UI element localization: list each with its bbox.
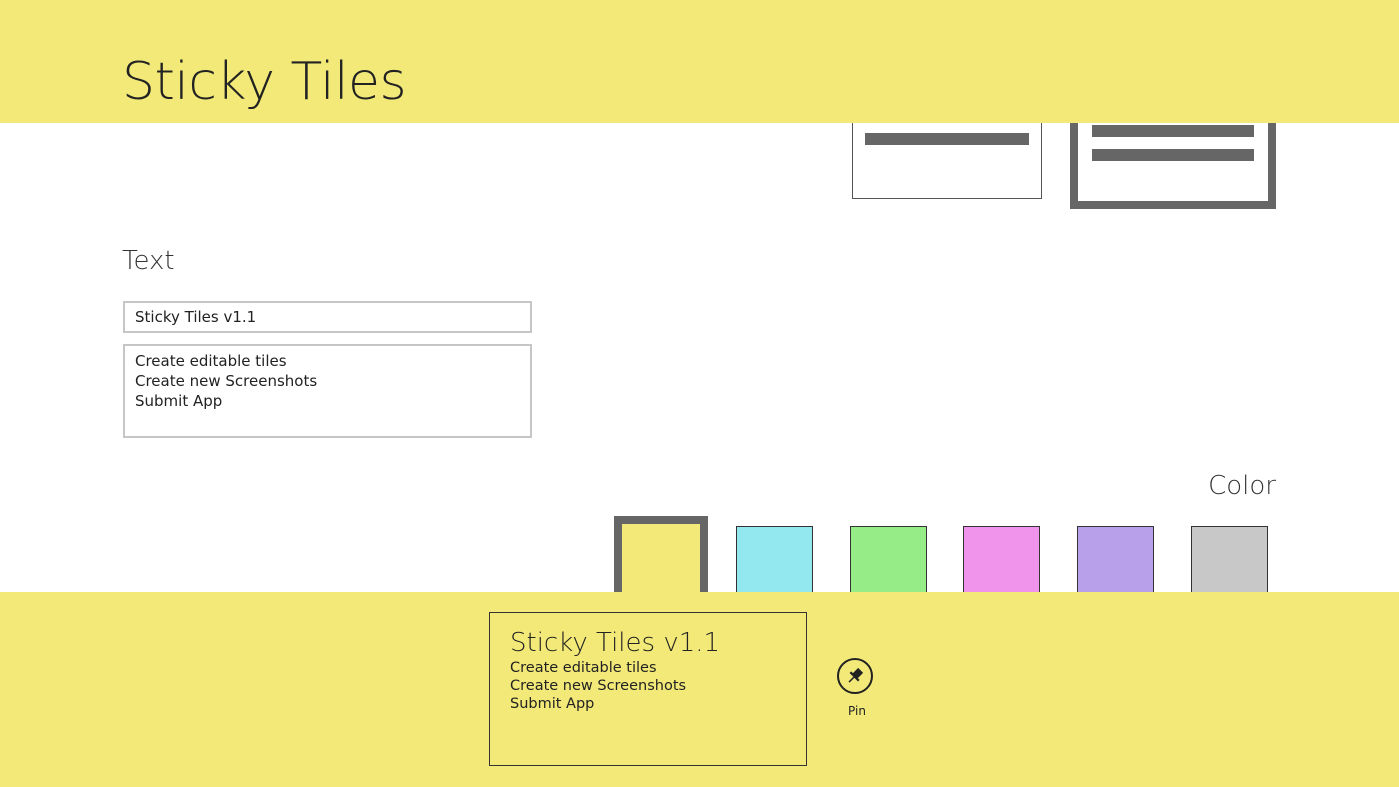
- layout-option-large[interactable]: [1070, 123, 1276, 209]
- preview-line: Create editable tiles: [510, 660, 657, 676]
- app-title: Sticky Tiles: [122, 52, 407, 112]
- tile-preview: Sticky Tiles v1.1 Create editable tiles …: [489, 612, 807, 766]
- color-swatch-cyan[interactable]: [736, 526, 813, 592]
- preview-line: Submit App: [510, 696, 595, 712]
- text-section-label: Text: [122, 246, 175, 276]
- pin-button[interactable]: Pin: [828, 658, 886, 724]
- text-line-icon: [865, 133, 1029, 145]
- color-section-label: Color: [1208, 471, 1276, 501]
- app-header: Sticky Tiles: [0, 0, 1399, 123]
- color-swatch-yellow[interactable]: [614, 516, 708, 592]
- tile-title-input[interactable]: [123, 301, 532, 333]
- app-bar: Sticky Tiles v1.1 Create editable tiles …: [0, 592, 1399, 787]
- color-swatch-green[interactable]: [850, 526, 927, 592]
- pin-icon: [837, 658, 873, 694]
- preview-line: Create new Screenshots: [510, 678, 687, 694]
- text-line-icon: [1092, 149, 1254, 161]
- layout-option-small[interactable]: [852, 123, 1042, 199]
- pin-label: Pin: [848, 704, 866, 718]
- tile-body-textarea[interactable]: Create editable tiles Create new Screens…: [123, 344, 532, 438]
- preview-title: Sticky Tiles v1.1: [510, 628, 721, 658]
- editor-area: Text Create editable tiles Create new Sc…: [0, 123, 1399, 592]
- text-line-icon: [1092, 125, 1254, 137]
- color-swatch-purple[interactable]: [1077, 526, 1154, 592]
- color-swatch-pink[interactable]: [963, 526, 1040, 592]
- color-swatch-gray[interactable]: [1191, 526, 1268, 592]
